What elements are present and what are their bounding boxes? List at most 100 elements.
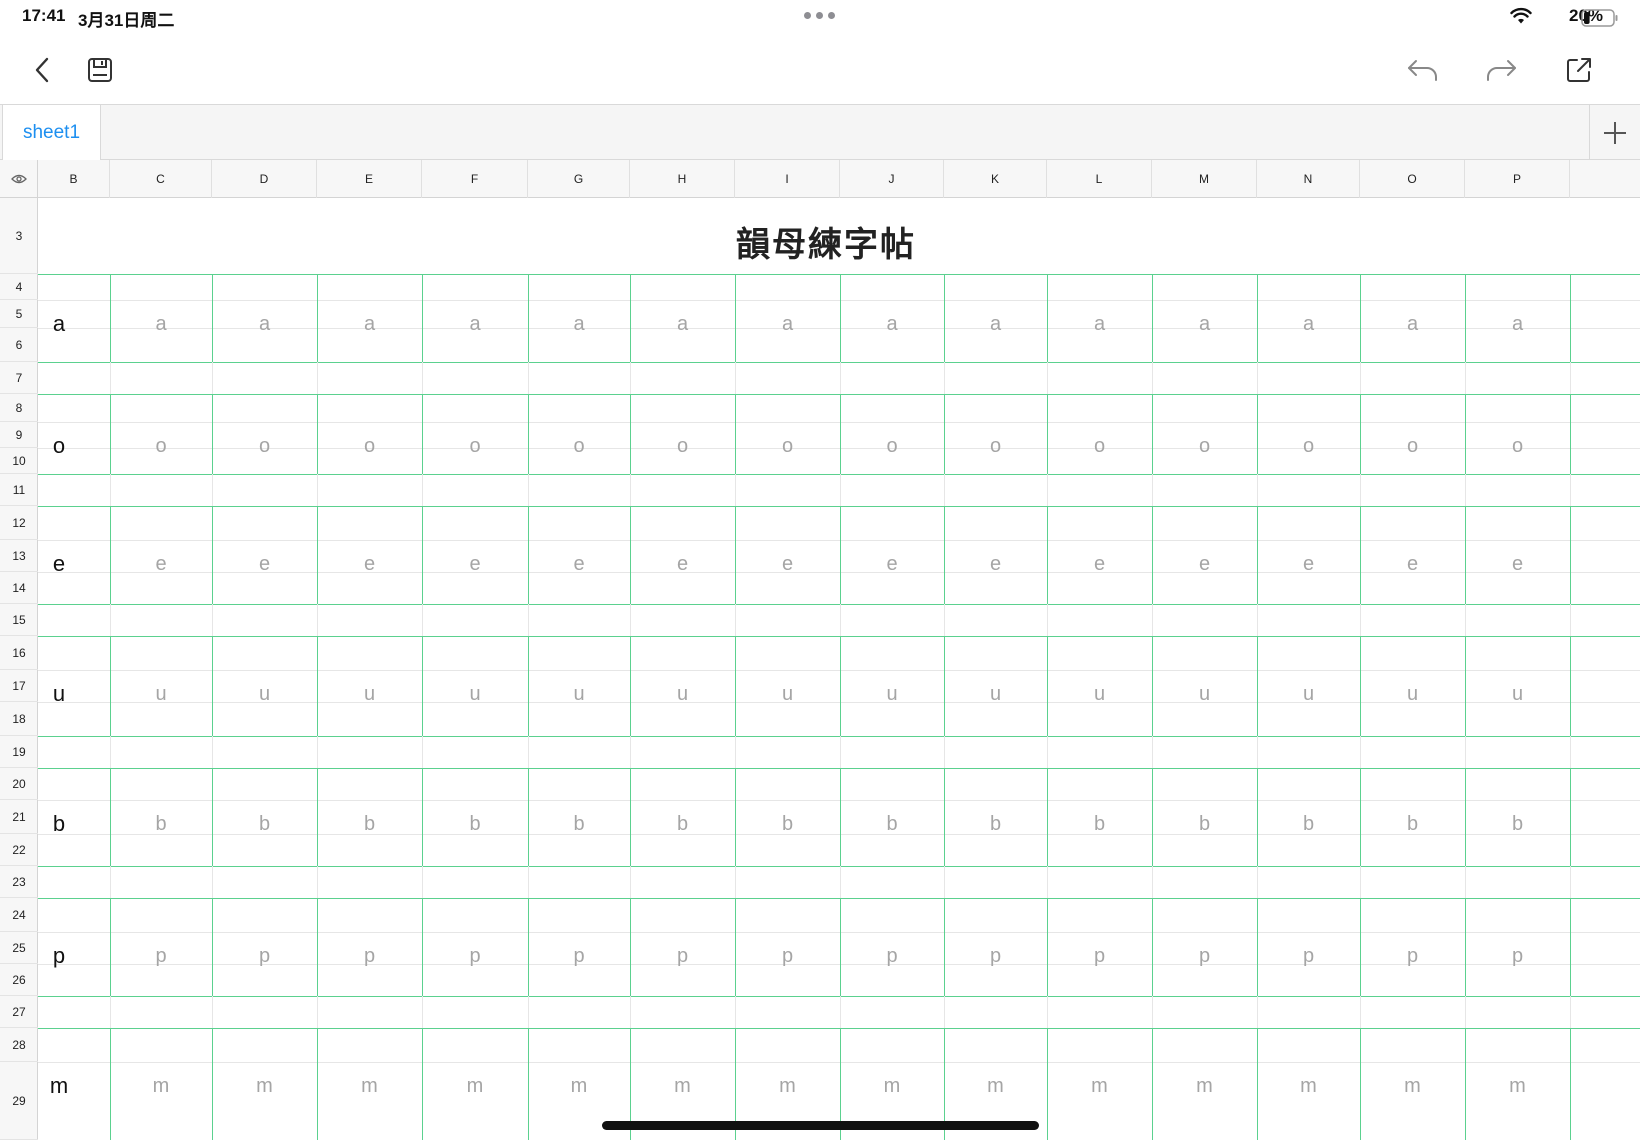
trace-letter-m[interactable]: m: [1257, 1071, 1360, 1101]
trace-letter-p[interactable]: p: [1257, 941, 1360, 971]
trace-letter-e[interactable]: e: [317, 549, 422, 579]
select-all-corner[interactable]: [0, 160, 38, 198]
trace-letter-o[interactable]: o: [317, 431, 422, 461]
row-header-16[interactable]: 16: [0, 636, 38, 670]
row-header-9[interactable]: 9: [0, 422, 38, 448]
trace-letter-a[interactable]: a: [1465, 309, 1570, 339]
trace-letter-m[interactable]: m: [1152, 1071, 1257, 1101]
row-header-7[interactable]: 7: [0, 362, 38, 394]
trace-letter-u[interactable]: u: [422, 679, 528, 709]
trace-letter-m[interactable]: m: [1360, 1071, 1465, 1101]
trace-letter-e[interactable]: e: [735, 549, 840, 579]
trace-letter-o[interactable]: o: [840, 431, 944, 461]
row-header-26[interactable]: 26: [0, 964, 38, 996]
trace-letter-p[interactable]: p: [944, 941, 1047, 971]
trace-letter-o[interactable]: o: [528, 431, 630, 461]
trace-letter-o[interactable]: o: [212, 431, 317, 461]
trace-letter-e[interactable]: e: [1047, 549, 1152, 579]
trace-letter-p[interactable]: p: [1465, 941, 1570, 971]
trace-letter-e[interactable]: e: [1360, 549, 1465, 579]
trace-letter-o[interactable]: o: [1047, 431, 1152, 461]
trace-letter-m[interactable]: m: [528, 1071, 630, 1101]
trace-letter-e[interactable]: e: [944, 549, 1047, 579]
trace-letter-e[interactable]: e: [840, 549, 944, 579]
row-header-3[interactable]: 3: [0, 198, 38, 274]
trace-letter-b[interactable]: b: [528, 809, 630, 839]
trace-letter-a[interactable]: a: [1047, 309, 1152, 339]
row-header-28[interactable]: 28: [0, 1028, 38, 1062]
row-header-18[interactable]: 18: [0, 702, 38, 736]
trace-letter-p[interactable]: p: [840, 941, 944, 971]
row-header-4[interactable]: 4: [0, 274, 38, 300]
trace-letter-e[interactable]: e: [212, 549, 317, 579]
trace-letter-a[interactable]: a: [1152, 309, 1257, 339]
trace-letter-b[interactable]: b: [630, 809, 735, 839]
trace-letter-o[interactable]: o: [944, 431, 1047, 461]
column-header-b[interactable]: B: [38, 160, 110, 198]
trace-letter-e[interactable]: e: [1465, 549, 1570, 579]
trace-letter-b[interactable]: b: [735, 809, 840, 839]
trace-letter-p[interactable]: p: [212, 941, 317, 971]
trace-letter-e[interactable]: e: [110, 549, 212, 579]
trace-letter-b[interactable]: b: [212, 809, 317, 839]
trace-letter-u[interactable]: u: [1047, 679, 1152, 709]
trace-letter-m[interactable]: m: [735, 1071, 840, 1101]
share-button[interactable]: [1559, 50, 1599, 90]
trace-letter-u[interactable]: u: [944, 679, 1047, 709]
trace-letter-p[interactable]: p: [1047, 941, 1152, 971]
trace-letter-o[interactable]: o: [1360, 431, 1465, 461]
model-letter-e[interactable]: e: [44, 549, 74, 579]
trace-letter-b[interactable]: b: [1257, 809, 1360, 839]
trace-letter-u[interactable]: u: [110, 679, 212, 709]
row-header-25[interactable]: 25: [0, 932, 38, 964]
column-header-i[interactable]: I: [735, 160, 840, 198]
trace-letter-e[interactable]: e: [528, 549, 630, 579]
redo-button[interactable]: [1481, 50, 1521, 90]
row-header-27[interactable]: 27: [0, 996, 38, 1028]
column-header-m[interactable]: M: [1152, 160, 1257, 198]
trace-letter-a[interactable]: a: [212, 309, 317, 339]
trace-letter-o[interactable]: o: [422, 431, 528, 461]
row-header-23[interactable]: 23: [0, 866, 38, 898]
column-header-c[interactable]: C: [110, 160, 212, 198]
trace-letter-o[interactable]: o: [1257, 431, 1360, 461]
trace-letter-e[interactable]: e: [422, 549, 528, 579]
model-letter-m[interactable]: m: [44, 1071, 74, 1101]
trace-letter-a[interactable]: a: [317, 309, 422, 339]
save-button[interactable]: [80, 50, 120, 90]
trace-letter-b[interactable]: b: [1152, 809, 1257, 839]
merged-title-cell[interactable]: 韻母練字帖: [38, 198, 1640, 284]
trace-letter-m[interactable]: m: [422, 1071, 528, 1101]
cells-area[interactable]: 韻母練字帖 aaaaaaaaaaaaaaaoooooooooooooooeeee…: [38, 198, 1640, 1140]
model-letter-o[interactable]: o: [44, 431, 74, 461]
trace-letter-b[interactable]: b: [110, 809, 212, 839]
trace-letter-m[interactable]: m: [944, 1071, 1047, 1101]
column-header-n[interactable]: N: [1257, 160, 1360, 198]
trace-letter-a[interactable]: a: [528, 309, 630, 339]
undo-button[interactable]: [1403, 50, 1443, 90]
trace-letter-b[interactable]: b: [1047, 809, 1152, 839]
row-header-24[interactable]: 24: [0, 898, 38, 932]
trace-letter-a[interactable]: a: [944, 309, 1047, 339]
trace-letter-o[interactable]: o: [735, 431, 840, 461]
trace-letter-u[interactable]: u: [1360, 679, 1465, 709]
trace-letter-u[interactable]: u: [735, 679, 840, 709]
row-header-12[interactable]: 12: [0, 506, 38, 540]
trace-letter-m[interactable]: m: [212, 1071, 317, 1101]
column-header-g[interactable]: G: [528, 160, 630, 198]
trace-letter-p[interactable]: p: [528, 941, 630, 971]
column-header-e[interactable]: E: [317, 160, 422, 198]
trace-letter-m[interactable]: m: [630, 1071, 735, 1101]
trace-letter-u[interactable]: u: [840, 679, 944, 709]
trace-letter-b[interactable]: b: [840, 809, 944, 839]
model-letter-b[interactable]: b: [44, 809, 74, 839]
trace-letter-p[interactable]: p: [1360, 941, 1465, 971]
trace-letter-e[interactable]: e: [1257, 549, 1360, 579]
row-header-20[interactable]: 20: [0, 768, 38, 800]
model-letter-u[interactable]: u: [44, 679, 74, 709]
trace-letter-o[interactable]: o: [1152, 431, 1257, 461]
row-header-11[interactable]: 11: [0, 474, 38, 506]
column-header-p[interactable]: P: [1465, 160, 1570, 198]
row-header-10[interactable]: 10: [0, 448, 38, 474]
row-header-21[interactable]: 21: [0, 800, 38, 834]
